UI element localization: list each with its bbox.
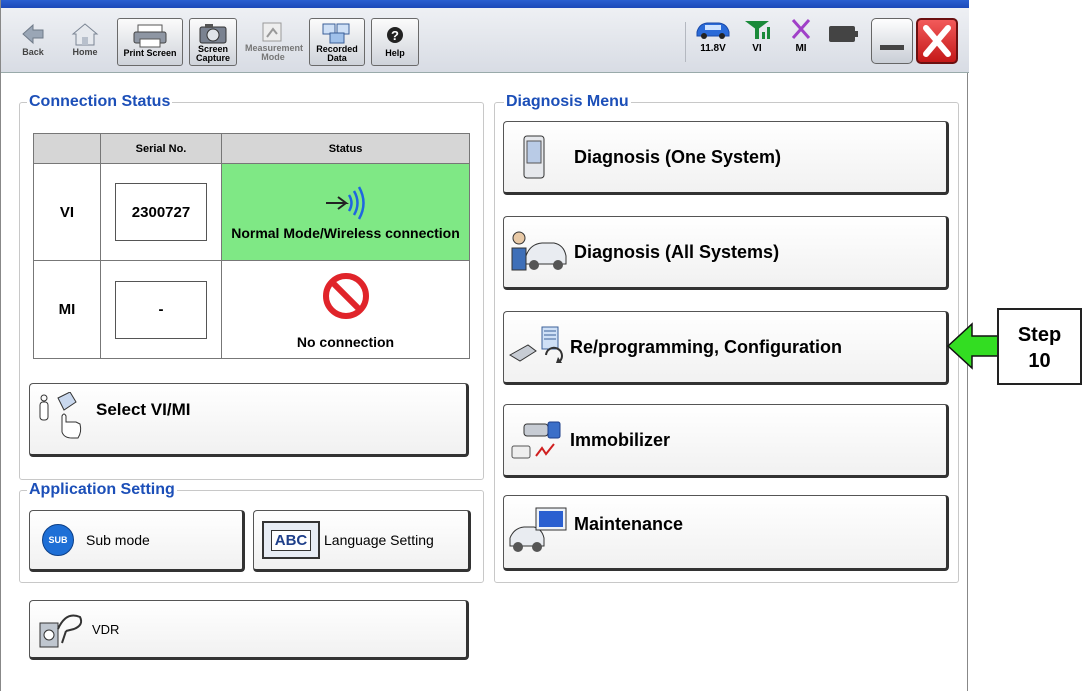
svg-text:?: ?	[391, 28, 399, 43]
language-setting-label: Language Setting	[324, 532, 434, 548]
table-header-blank	[33, 133, 101, 164]
step-callout-line1: Step	[1017, 324, 1062, 346]
diagnosis-one-system-label: Diagnosis (One System)	[574, 146, 782, 167]
vi-status-text: Normal Mode/Wireless connection	[231, 225, 460, 241]
language-setting-button[interactable]: ABC Language Setting	[253, 510, 471, 572]
home-icon	[71, 23, 99, 46]
camera-icon	[199, 24, 227, 44]
help-icon: ?	[387, 27, 403, 43]
maintenance-icon	[509, 507, 567, 552]
screen-capture-button[interactable]: Screen Capture	[189, 18, 237, 66]
recorded-data-icon	[322, 23, 350, 44]
sub-mode-icon: SUB	[42, 524, 74, 556]
table-row: VI 2300727 Normal Mode/Wireless connecti…	[33, 163, 470, 261]
print-screen-button[interactable]: Print Screen	[117, 18, 183, 66]
hand-pointer-icon	[39, 392, 82, 439]
row-label: MI	[33, 260, 101, 359]
measurement-icon	[262, 22, 282, 42]
table-header-status: Status	[221, 133, 470, 164]
wireless-signal-icon	[325, 186, 365, 220]
mi-status-text: No connection	[296, 333, 395, 350]
select-vimi-label: Select VI/MI	[96, 400, 191, 419]
vdr-button[interactable]: VDR	[29, 600, 469, 660]
battery-icon	[829, 26, 858, 42]
mechanic-car-icon	[511, 231, 567, 271]
consult-window: Back Home Print Screen Screen Capture Me…	[0, 0, 969, 691]
handheld-device-icon	[523, 135, 545, 179]
minimize-icon	[880, 45, 904, 50]
sub-mode-button[interactable]: SUB Sub mode	[29, 510, 245, 572]
home-button[interactable]: Home	[63, 18, 107, 66]
vi-signal-indicator: VI	[735, 18, 779, 54]
serial-number: 2300727	[115, 183, 207, 241]
toolbar: Back Home Print Screen Screen Capture Me…	[1, 8, 969, 73]
language-icon: ABC	[262, 521, 320, 559]
immobilizer-label: Immobilizer	[570, 429, 671, 450]
close-icon	[923, 25, 951, 57]
diagnosis-all-systems-label: Diagnosis (All Systems)	[574, 241, 780, 262]
maintenance-label: Maintenance	[574, 514, 684, 534]
row-label: VI	[33, 163, 101, 261]
select-vimi-button[interactable]: Select VI/MI	[29, 383, 469, 457]
step-callout-arrow-icon	[946, 322, 999, 370]
diagnosis-all-systems-button[interactable]: Diagnosis (All Systems)	[503, 216, 949, 290]
recorded-data-button[interactable]: Recorded Data	[309, 18, 365, 66]
table-row: MI - No connection	[33, 260, 470, 359]
measurement-mode-button[interactable]: Measurement Mode	[245, 18, 303, 66]
immobilizer-key-icon	[511, 421, 561, 459]
status-cell-mi: No connection	[221, 260, 470, 359]
help-button[interactable]: ? Help	[371, 18, 419, 66]
abc-badge: ABC	[270, 529, 312, 551]
connection-status-table: Serial No. Status VI 2300727 Normal Mode…	[33, 133, 470, 359]
vdr-icon	[39, 614, 83, 648]
diagnosis-menu-title: Diagnosis Menu	[504, 93, 631, 111]
vdr-label: VDR	[92, 621, 120, 637]
car-icon	[696, 22, 730, 39]
table-header-serial: Serial No.	[100, 133, 222, 164]
mi-status-indicator: MI	[779, 18, 823, 54]
back-arrow-icon	[22, 23, 44, 45]
reprogramming-configuration-label: Re/programming, Configuration	[570, 336, 842, 357]
reprogramming-configuration-button[interactable]: Re/programming, Configuration	[503, 311, 949, 385]
step-callout-line2: 10	[1028, 350, 1051, 372]
battery-voltage-indicator: 11.8V	[691, 18, 735, 54]
maintenance-button[interactable]: Maintenance	[503, 495, 949, 571]
serial-cell: 2300727	[100, 163, 222, 261]
back-button[interactable]: Back	[13, 18, 53, 66]
connection-status-title: Connection Status	[27, 93, 173, 111]
serial-cell: -	[100, 260, 222, 359]
immobilizer-button[interactable]: Immobilizer	[503, 404, 949, 478]
signal-icon	[745, 21, 770, 39]
status-cell-vi: Normal Mode/Wireless connection	[221, 163, 470, 261]
no-connection-icon	[322, 272, 369, 319]
toolbar-separator	[685, 22, 686, 62]
reprogramming-icon	[509, 326, 563, 363]
sub-mode-label: Sub mode	[86, 532, 150, 548]
serial-number: -	[115, 280, 207, 339]
diagnosis-one-system-button[interactable]: Diagnosis (One System)	[503, 121, 949, 195]
step-callout-box: Step 10	[997, 308, 1082, 385]
title-bar	[1, 0, 969, 8]
application-setting-title: Application Setting	[27, 481, 177, 499]
disconnected-x-icon	[791, 19, 811, 39]
printer-icon	[133, 24, 167, 48]
close-button[interactable]	[916, 18, 958, 64]
minimize-button[interactable]	[871, 18, 913, 64]
